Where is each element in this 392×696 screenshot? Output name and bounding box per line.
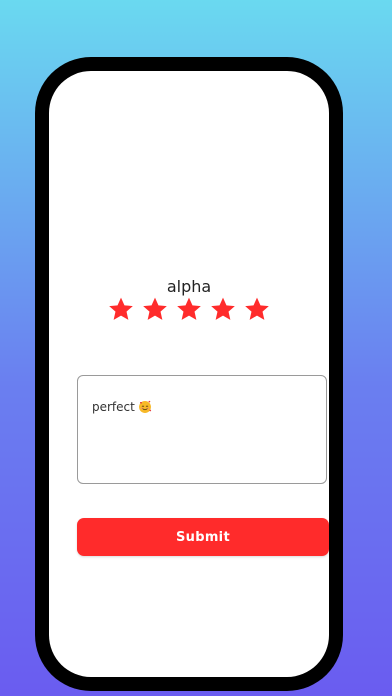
app-screen: alpha perfect Submit xyxy=(49,71,329,677)
star-rating[interactable] xyxy=(49,296,329,322)
page-title: alpha xyxy=(166,277,212,296)
submit-button[interactable]: Submit xyxy=(77,518,329,556)
star-icon-2[interactable] xyxy=(142,296,168,322)
star-icon-4[interactable] xyxy=(210,296,236,322)
star-icon-3[interactable] xyxy=(176,296,202,322)
phone-frame: alpha perfect Submit xyxy=(35,57,343,691)
star-icon-1[interactable] xyxy=(108,296,134,322)
star-icon-5[interactable] xyxy=(244,296,270,322)
review-textarea[interactable]: perfect xyxy=(77,375,327,484)
review-text: perfect xyxy=(92,400,135,414)
smiling-face-with-hearts-icon xyxy=(138,400,151,413)
review-content: perfect xyxy=(92,400,312,414)
